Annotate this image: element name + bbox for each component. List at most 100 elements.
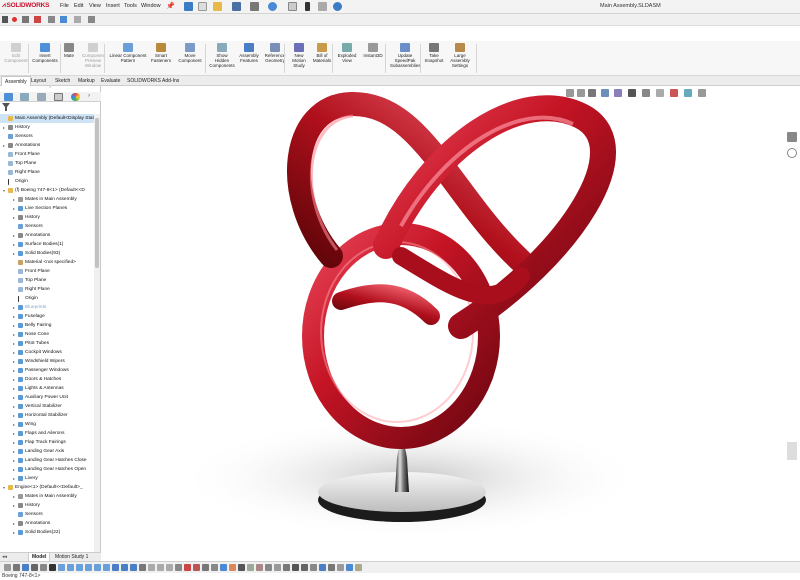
tree-item[interactable]: ▸ Mates in Main Assembly: [0, 195, 94, 204]
cmd-insert-components-button[interactable]: Insert Components: [32, 41, 58, 76]
tree-item[interactable]: ▸ Live Section Planes: [0, 204, 94, 213]
roll-icon[interactable]: [40, 564, 47, 571]
menu-insert[interactable]: Insert: [106, 3, 120, 9]
tree-item[interactable]: ▸ Auxiliary Power Unit: [0, 393, 94, 402]
tree-item[interactable]: ▸ History: [0, 123, 94, 132]
macro-icon[interactable]: [22, 16, 29, 23]
home-icon[interactable]: [184, 2, 193, 11]
sketch-icon[interactable]: [319, 564, 326, 571]
expand-arrow-icon[interactable]: ▸: [12, 312, 16, 321]
tree-item[interactable]: Material <not specified>: [0, 258, 94, 267]
cmd-linear-pattern-button[interactable]: Linear Component Pattern: [108, 41, 148, 76]
expand-arrow-icon[interactable]: ▸: [12, 339, 16, 348]
expand-arrow-icon[interactable]: ▸: [12, 249, 16, 258]
expand-arrow-icon[interactable]: ▸: [12, 456, 16, 465]
open-folder-icon[interactable]: [213, 2, 222, 11]
undo-icon[interactable]: [268, 2, 277, 11]
tree-item[interactable]: ▸ Belly Fairing: [0, 321, 94, 330]
expand-arrow-icon[interactable]: ▸: [12, 231, 16, 240]
tree-item[interactable]: ▸ Passenger Windows: [0, 366, 94, 375]
expand-arrow-icon[interactable]: ▸: [12, 204, 16, 213]
expand-arrow-icon[interactable]: ▸: [12, 375, 16, 384]
menu-tools[interactable]: Tools: [124, 3, 137, 9]
expand-arrow-icon[interactable]: ▸: [12, 402, 16, 411]
cmd-edit-component-button[interactable]: Edit Component: [4, 41, 28, 76]
tree-scrollbar-thumb[interactable]: [95, 118, 99, 268]
back-view-icon[interactable]: [67, 564, 74, 571]
cmd-bom-button[interactable]: Bill of Materials: [310, 41, 334, 76]
display-manager-tab-icon[interactable]: [71, 93, 80, 101]
perspective-icon[interactable]: [265, 564, 272, 571]
cmd-component-preview-button[interactable]: Component Preview Window: [82, 41, 105, 76]
tree-item[interactable]: Right Plane: [0, 168, 94, 177]
tree-item[interactable]: ▸ Cockpit Windows: [0, 348, 94, 357]
new-macro-icon[interactable]: [60, 16, 67, 23]
tree-item[interactable]: ▸ Nose Cone: [0, 330, 94, 339]
shaded-edges-icon[interactable]: [184, 564, 191, 571]
configuration-manager-tab-icon[interactable]: [37, 93, 46, 101]
expand-arrow-icon[interactable]: ▸: [2, 123, 6, 132]
four-view-icon[interactable]: [166, 564, 173, 571]
tree-item[interactable]: ▾ (f) Boeing 747-8<1> (Default<<D: [0, 186, 94, 195]
top-view-icon[interactable]: [94, 564, 101, 571]
expand-arrow-icon[interactable]: ▸: [12, 195, 16, 204]
expand-arrow-icon[interactable]: ▸: [12, 366, 16, 375]
tree-item[interactable]: ▸ Landing Gear Hatches Open: [0, 465, 94, 474]
cmd-move-component-button[interactable]: Move Component: [176, 41, 204, 76]
cartoon-icon[interactable]: [274, 564, 281, 571]
knot-sculpture-model[interactable]: [101, 86, 800, 552]
cmd-exploded-view-button[interactable]: Exploded View: [336, 41, 358, 76]
expand-arrow-icon[interactable]: ▸: [12, 213, 16, 222]
tree-item[interactable]: ▸ Annotations: [0, 519, 94, 528]
expand-arrow-icon[interactable]: ▸: [12, 393, 16, 402]
expand-arrow-icon[interactable]: ▸: [12, 240, 16, 249]
expand-arrow-icon[interactable]: ▸: [12, 330, 16, 339]
measure-icon[interactable]: [337, 564, 344, 571]
tab-evaluate[interactable]: Evaluate: [98, 76, 123, 86]
hidden-lines-icon[interactable]: [211, 564, 218, 571]
tree-item[interactable]: Sensors: [0, 510, 94, 519]
expand-arrow-icon[interactable]: ▸: [12, 447, 16, 456]
tree-item[interactable]: Front Plane: [0, 150, 94, 159]
expand-arrow-icon[interactable]: ▸: [12, 429, 16, 438]
ambient-occlusion-icon[interactable]: [283, 564, 290, 571]
tree-item[interactable]: ▸ Doors & Hatches: [0, 375, 94, 384]
tree-item[interactable]: ▸ Landing Gear Axis: [0, 447, 94, 456]
undercut-icon[interactable]: [256, 564, 263, 571]
tree-item[interactable]: ▸ Fuselage: [0, 312, 94, 321]
zebra-icon[interactable]: [238, 564, 245, 571]
expand-arrow-icon[interactable]: ▸: [12, 321, 16, 330]
normal-to-icon[interactable]: [139, 564, 146, 571]
tab-scroll-left-icon[interactable]: ◂◂: [2, 554, 7, 560]
lights-icon[interactable]: [355, 564, 362, 571]
expand-open-icon[interactable]: ▾: [2, 186, 6, 195]
single-view-icon[interactable]: [148, 564, 155, 571]
collapse-arrow-icon[interactable]: ⌃: [48, 86, 52, 92]
cmd-motion-study-button[interactable]: New Motion Study: [290, 41, 308, 76]
zoom-to-fit-icon[interactable]: [4, 564, 11, 571]
tree-item[interactable]: ▸ Annotations: [0, 141, 94, 150]
expand-open-icon[interactable]: ▾: [2, 483, 6, 492]
edit-macro-icon[interactable]: [48, 16, 55, 23]
pin-icon[interactable]: 📌: [166, 2, 175, 10]
tab-sketch[interactable]: Sketch: [52, 76, 73, 86]
dimxpert-tab-icon[interactable]: [54, 93, 63, 101]
save-icon[interactable]: [232, 2, 241, 11]
tree-item[interactable]: ▸ Solid Bodies(22): [0, 528, 94, 537]
chevron-right-icon[interactable]: ›: [88, 93, 90, 99]
left-view-icon[interactable]: [76, 564, 83, 571]
draft-icon[interactable]: [247, 564, 254, 571]
zoom-area-icon[interactable]: [13, 564, 20, 571]
tree-item[interactable]: ▸ History: [0, 213, 94, 222]
expand-arrow-icon[interactable]: ▸: [12, 438, 16, 447]
tree-item[interactable]: ▸ Landing Gear Hatches Close: [0, 456, 94, 465]
camera-icon[interactable]: [310, 564, 317, 571]
tree-item[interactable]: ▸ Wing: [0, 420, 94, 429]
cmd-large-assembly-button[interactable]: Large Assembly Settings: [448, 41, 472, 76]
expand-arrow-icon[interactable]: ▸: [12, 348, 16, 357]
file-properties-icon[interactable]: [318, 2, 327, 11]
cmd-instant3d-button[interactable]: Instant3D: [362, 41, 384, 76]
tab-layout[interactable]: Layout: [28, 76, 49, 86]
cmd-mate-button[interactable]: Mate: [62, 41, 76, 76]
record-icon[interactable]: [12, 17, 17, 22]
